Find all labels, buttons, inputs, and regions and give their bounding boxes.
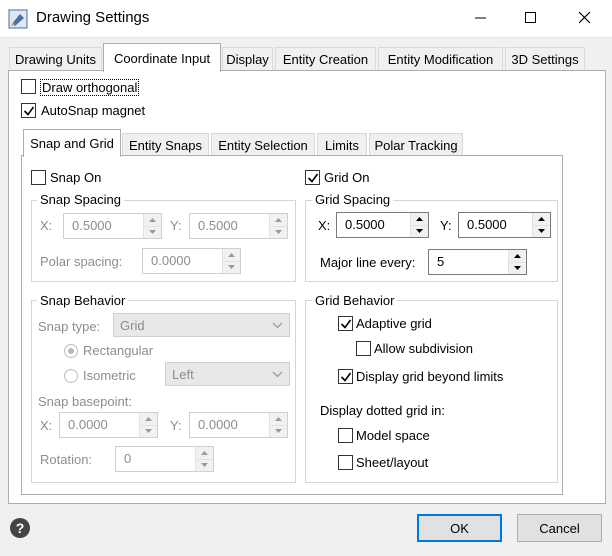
isometric-label: Isometric [83, 368, 136, 383]
spin-down-icon [140, 424, 157, 437]
window-title: Drawing Settings [36, 9, 150, 26]
autosnap-magnet-checkbox[interactable] [21, 103, 36, 118]
tab-display[interactable]: Display [222, 47, 273, 71]
tab-3d-settings[interactable]: 3D Settings [505, 47, 585, 71]
check-icon [340, 319, 351, 329]
display-beyond-limits-checkbox[interactable] [338, 369, 353, 384]
tab-coordinate-input[interactable]: Coordinate Input [103, 43, 221, 72]
spin-up-icon [144, 214, 161, 226]
check-icon [23, 106, 34, 116]
grid-on-label: Grid On [324, 170, 370, 185]
minimize-icon [475, 17, 486, 19]
snap-type-label: Snap type: [38, 319, 101, 334]
cancel-button[interactable]: Cancel [517, 514, 602, 542]
spin-up-icon [270, 413, 287, 425]
ok-button[interactable]: OK [417, 514, 502, 542]
grid-behavior-title: Grid Behavior [312, 293, 398, 308]
subtab-entity-snaps[interactable]: Entity Snaps [122, 133, 209, 156]
spin-down-icon [509, 261, 526, 274]
help-icon[interactable]: ? [9, 517, 31, 539]
check-icon [307, 173, 318, 183]
spin-down-icon [144, 225, 161, 238]
spin-down-icon [411, 224, 428, 237]
subtab-polar-tracking[interactable]: Polar Tracking [369, 133, 463, 156]
tab-drawing-units[interactable]: Drawing Units [9, 47, 102, 71]
adaptive-grid-label: Adaptive grid [356, 316, 432, 331]
maximize-icon [525, 12, 536, 23]
polar-spacing-label: Polar spacing: [40, 254, 123, 269]
snap-x-label: X: [40, 218, 53, 233]
subtab-entity-selection[interactable]: Entity Selection [211, 133, 315, 156]
app-icon [8, 9, 28, 29]
spin-down-icon [270, 424, 287, 437]
autosnap-magnet-label: AutoSnap magnet [41, 103, 146, 118]
grid-x-label: X: [318, 218, 331, 233]
snap-y-input[interactable]: 0.5000 [189, 213, 288, 239]
sheet-layout-label: Sheet/layout [356, 455, 429, 470]
grid-spacing-title: Grid Spacing [312, 192, 394, 207]
grid-x-input[interactable]: 0.5000 [336, 212, 429, 238]
chevron-down-icon [265, 322, 289, 329]
tab-entity-creation[interactable]: Entity Creation [275, 47, 376, 71]
snap-on-label: Snap On [50, 170, 102, 185]
spin-down-icon [196, 458, 213, 471]
maximize-button[interactable] [508, 0, 554, 36]
rectangular-label: Rectangular [83, 343, 154, 358]
polar-spacing-input[interactable]: 0.0000 [142, 248, 241, 274]
grid-on-checkbox[interactable] [305, 170, 320, 185]
isometric-dropdown[interactable]: Left [165, 362, 290, 386]
spin-up-icon [223, 249, 240, 261]
snap-basepoint-label: Snap basepoint: [38, 394, 132, 409]
rotation-label: Rotation: [40, 452, 93, 467]
close-button[interactable] [562, 0, 608, 36]
sheet-layout-checkbox[interactable] [338, 455, 353, 470]
subtab-limits[interactable]: Limits [317, 133, 367, 156]
svg-text:?: ? [16, 520, 25, 536]
draw-orthogonal-checkbox[interactable] [21, 79, 36, 94]
close-icon [579, 12, 591, 24]
allow-subdivision-label: Allow subdivision [374, 341, 473, 356]
draw-orthogonal-label: Draw orthogonal [40, 79, 140, 96]
spin-up-icon [533, 213, 550, 225]
rotation-input[interactable]: 0 [115, 446, 214, 472]
check-icon [340, 372, 351, 382]
spin-up-icon [196, 447, 213, 459]
snap-on-checkbox[interactable] [31, 170, 46, 185]
allow-subdivision-checkbox[interactable] [356, 341, 371, 356]
adaptive-grid-checkbox[interactable] [338, 316, 353, 331]
basepoint-x-label: X: [40, 418, 53, 433]
snap-type-dropdown[interactable]: Grid [113, 313, 290, 337]
major-line-label: Major line every: [320, 255, 416, 270]
spin-up-icon [140, 413, 157, 425]
chevron-down-icon [265, 371, 289, 378]
basepoint-y-input[interactable]: 0.0000 [189, 412, 288, 438]
spin-up-icon [270, 214, 287, 226]
dotted-grid-label: Display dotted grid in: [320, 403, 446, 418]
model-space-checkbox[interactable] [338, 428, 353, 443]
snap-x-input[interactable]: 0.5000 [63, 213, 162, 239]
model-space-label: Model space [356, 428, 430, 443]
spin-down-icon [270, 225, 287, 238]
subtab-snap-and-grid[interactable]: Snap and Grid [23, 129, 121, 157]
snap-y-label: Y: [170, 218, 182, 233]
basepoint-y-label: Y: [170, 418, 182, 433]
tab-entity-modification[interactable]: Entity Modification [378, 47, 503, 71]
snap-behavior-title: Snap Behavior [37, 293, 129, 308]
isometric-radio[interactable] [64, 369, 78, 383]
snap-spacing-title: Snap Spacing [37, 192, 124, 207]
spin-up-icon [509, 250, 526, 262]
rectangular-radio[interactable] [64, 344, 78, 358]
grid-y-label: Y: [440, 218, 452, 233]
major-line-input[interactable]: 5 [428, 249, 527, 275]
display-beyond-limits-label: Display grid beyond limits [356, 369, 504, 384]
grid-y-input[interactable]: 0.5000 [458, 212, 551, 238]
spin-down-icon [533, 224, 550, 237]
spin-down-icon [223, 260, 240, 273]
minimize-button[interactable] [458, 0, 504, 36]
basepoint-x-input[interactable]: 0.0000 [59, 412, 158, 438]
spin-up-icon [411, 213, 428, 225]
